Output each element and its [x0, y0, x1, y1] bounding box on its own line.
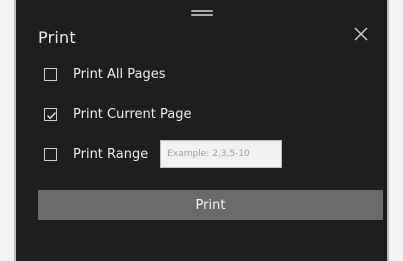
- print-dialog: Print Print All Pages Print Current Page…: [14, 0, 389, 261]
- option-print-current-page[interactable]: Print Current Page: [44, 104, 191, 124]
- print-current-page-checkbox[interactable]: [44, 107, 57, 121]
- drag-handle-icon[interactable]: [190, 10, 213, 18]
- close-icon[interactable]: [353, 26, 369, 42]
- option-print-all-pages[interactable]: Print All Pages: [44, 64, 166, 84]
- dialog-title: Print: [38, 28, 76, 47]
- page-range-input[interactable]: [160, 140, 283, 168]
- print-all-pages-label: Print All Pages: [73, 66, 166, 82]
- print-range-label: Print Range: [73, 146, 149, 162]
- option-print-range[interactable]: Print Range: [44, 140, 283, 168]
- print-button[interactable]: Print: [38, 190, 383, 220]
- check-icon: [47, 111, 56, 119]
- print-current-page-label: Print Current Page: [73, 106, 192, 122]
- print-range-checkbox[interactable]: [44, 147, 57, 161]
- background-right: [389, 0, 403, 261]
- background-left: [0, 0, 14, 261]
- print-all-pages-checkbox[interactable]: [44, 67, 57, 81]
